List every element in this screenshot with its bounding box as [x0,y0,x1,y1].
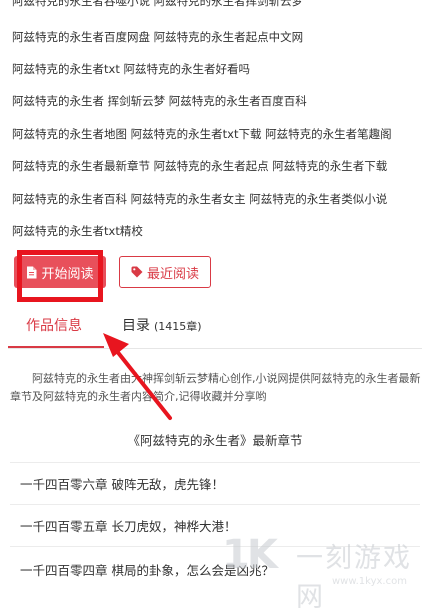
tag-link[interactable]: 阿兹特克的永生者百度网盘 阿兹特克的永生者起点中文网 [12,29,427,45]
tab-divider [8,348,422,349]
start-reading-label: 开始阅读 [41,266,94,282]
chapter-link[interactable]: 一千四百零五章 长刀虎奴，神桦大港！ [20,516,420,536]
tag-link[interactable]: 阿兹特克的永生者地图 阿兹特克的永生者txt下载 阿兹特克的永生者笔趣阁 [12,126,427,142]
tag-link[interactable]: 阿兹特克的永生者最新章节 阿兹特克的永生者起点 阿兹特克的永生者下载 [12,158,427,174]
recent-reading-button[interactable]: 最近阅读 [119,256,211,288]
tag-icon [131,266,143,278]
divider [10,504,420,505]
tab-toc-label: 目录 [122,318,150,334]
start-reading-button[interactable]: 开始阅读 [14,256,106,288]
document-icon [26,266,37,279]
tab-work-info[interactable]: 作品信息 [26,316,82,346]
tag-link[interactable]: 阿兹特克的永生者 挥剑斩云梦 阿兹特克的永生者百度百科 [12,93,427,109]
latest-chapters-title: 《阿兹特克的永生者》最新章节 [127,433,303,448]
divider [10,546,420,547]
recent-reading-label: 最近阅读 [146,266,199,282]
tab-bar: 作品信息 目录 (1415章) [0,310,430,350]
tag-link[interactable]: 阿兹特克的永生者txt 阿兹特克的永生者好看吗 [12,61,427,77]
chapter-link[interactable]: 一千四百零四章 棋局的卦象，怎么会是凶兆？ [20,560,420,580]
tab-table-of-contents[interactable]: 目录 (1415章) [122,316,202,346]
tag-link[interactable]: 阿兹特克的永生者百科 阿兹特克的永生者女主 阿兹特克的永生者类似小说 [12,191,427,207]
annotation-arrow-icon [103,333,172,420]
chapter-count: (1415章) [154,320,202,333]
chapter-link[interactable]: 一千四百零六章 破阵无敌，虎先锋！ [20,474,420,494]
book-description: 阿兹特克的永生者由大神挥剑斩云梦精心创作,小说网提供阿兹特克的永生者最新章节及阿… [10,372,421,403]
tag-link[interactable]: 阿兹特克的永生者吞噬小说 阿兹特克的永生者挥剑斩云梦 [12,0,427,9]
divider [10,462,420,463]
tag-link[interactable]: 阿兹特克的永生者txt精校 [12,223,427,239]
